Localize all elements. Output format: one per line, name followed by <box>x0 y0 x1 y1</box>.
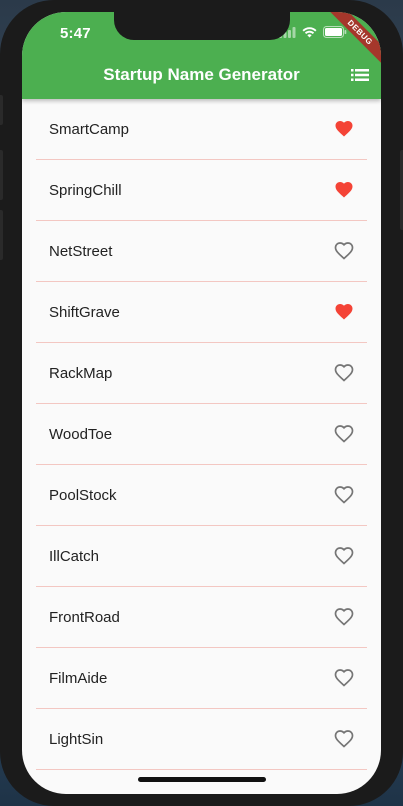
side-button-volume-up <box>0 150 3 200</box>
list-item[interactable]: SpringChill <box>36 160 367 221</box>
heart-filled-icon[interactable] <box>334 119 354 139</box>
heart-filled-icon[interactable] <box>334 302 354 322</box>
side-button-mute <box>0 95 3 125</box>
list-item-label: FilmAide <box>49 669 108 687</box>
heart-filled-icon[interactable] <box>334 180 354 200</box>
list-item[interactable]: WoodToe <box>36 404 367 465</box>
list-item-label: LightSin <box>49 730 104 748</box>
screen: 5:47 DEBUG Startup Name Generator SmartC… <box>22 12 381 794</box>
list-item[interactable]: FrontRoad <box>36 587 367 648</box>
heart-outline-icon[interactable] <box>334 607 354 627</box>
list-item-label: PoolStock <box>49 486 117 504</box>
side-button-volume-down <box>0 210 3 260</box>
name-list: SmartCamp SpringChill NetStreet ShiftGrave R… <box>22 99 381 770</box>
list-icon[interactable] <box>351 67 369 83</box>
heart-outline-icon[interactable] <box>334 729 354 749</box>
list-item-label: RackMap <box>49 364 113 382</box>
list-item[interactable]: IllCatch <box>36 526 367 587</box>
list-item-label: ShiftGrave <box>49 303 120 321</box>
list-item[interactable]: FilmAide <box>36 648 367 709</box>
list-item[interactable]: ShiftGrave <box>36 282 367 343</box>
status-icons <box>279 26 347 38</box>
list-item[interactable]: NetStreet <box>36 221 367 282</box>
heart-outline-icon[interactable] <box>334 485 354 505</box>
list-item-label: FrontRoad <box>49 608 120 626</box>
heart-outline-icon[interactable] <box>334 424 354 444</box>
list-item[interactable]: LightSin <box>36 709 367 770</box>
notch <box>114 12 290 40</box>
list-item-label: SpringChill <box>49 181 122 199</box>
heart-outline-icon[interactable] <box>334 546 354 566</box>
list-item-label: NetStreet <box>49 242 113 260</box>
home-indicator[interactable] <box>138 777 266 782</box>
page-title: Startup Name Generator <box>103 65 300 84</box>
list-item[interactable]: SmartCamp <box>36 99 367 160</box>
list-item-label: SmartCamp <box>49 120 130 138</box>
heart-outline-icon[interactable] <box>334 363 354 383</box>
list-item[interactable]: PoolStock <box>36 465 367 526</box>
list-item[interactable]: RackMap <box>36 343 367 404</box>
battery-icon <box>323 26 347 38</box>
heart-outline-icon[interactable] <box>334 668 354 688</box>
wifi-icon <box>302 26 317 37</box>
phone-frame: 5:47 DEBUG Startup Name Generator SmartC… <box>0 0 403 806</box>
debug-banner: DEBUG <box>323 12 381 69</box>
list-item-label: WoodToe <box>49 425 113 443</box>
heart-outline-icon[interactable] <box>334 241 354 261</box>
list-item-label: IllCatch <box>49 547 100 565</box>
status-time: 5:47 <box>60 25 91 42</box>
